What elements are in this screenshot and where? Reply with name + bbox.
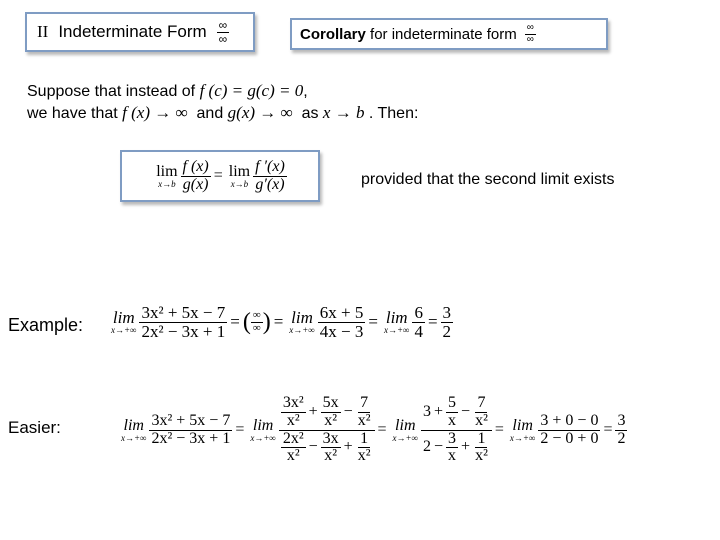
corollary-text: for indeterminate form [365,25,517,43]
intro-line-2: we have that f (x) → ∞ and g(x) → ∞ as x… [27,103,419,122]
example-fraction-2: 6x + 5 4x − 3 [317,303,366,341]
s3-denominator: 2 − 3x + 1 x² [423,429,488,465]
section-numeral: II [37,22,49,41]
indeterminate-form-header: II Indeterminate Form ∞ ∞ [25,12,255,52]
limit-operator: lim x→+∞ [289,308,315,336]
limit-operator: lim x→+∞ [383,308,410,336]
limit-operator: lim x→+∞ [250,416,276,443]
indeterminate-form-fraction: ∞ ∞ [250,309,263,334]
intro-paragraph: Suppose that instead of f (c) = g(c) = 0… [27,80,418,124]
s2-numerator: 3x² x² + 5x x² − 7 x² [278,394,375,431]
example-result: 3 2 [440,303,454,341]
example-fraction-3: 6 4 [412,303,425,341]
easier-fraction-4: 3 + 0 − 0 2 − 0 + 0 [538,411,601,447]
s2-denominator: 2x² x² − 3x x² + 1 x² [280,429,371,465]
left-paren: ( [242,308,251,335]
rhs-fraction: f ′(x) g′(x) [253,157,287,193]
condition-text: provided that the second limit exists [361,171,615,188]
easier-complex-fraction-2: 3x² x² + 5x x² − 7 x² 2x² x² − 3x x² + 1 x² [278,394,375,465]
easier-equation: lim x→+∞ 3x² + 5x − 7 2x² − 3x + 1 = lim… [121,393,628,465]
easier-fraction-1: 3x² + 5x − 7 2x² − 3x + 1 [149,411,233,447]
limit-operator: lim x→+∞ [121,416,147,443]
example-equation: lim x→+∞ 3x² + 5x − 7 2x² − 3x + 1 = ( ∞… [111,303,454,341]
infinity-over-infinity: ∞ ∞ [524,22,536,45]
corollary-header: Corollary for indeterminate form ∞ ∞ [290,18,608,50]
example-fraction-1: 3x² + 5x − 7 2x² − 3x + 1 [139,303,228,341]
limit-operator: lim x→b [156,162,178,189]
section-title: Indeterminate Form [58,22,207,41]
limit-operator: lim x→+∞ [392,416,419,443]
easier-label: Easier: [8,418,61,437]
intro-line-1: Suppose that instead of f (c) = g(c) = 0… [27,81,308,100]
infinity-over-infinity: ∞ ∞ [216,17,230,46]
corollary-bold: Corollary [300,25,366,43]
easier-complex-fraction-3: 3 + 5x − 7 x² 2 − 3x + 1 x² [421,394,492,465]
s3-numerator: 3 + 5x − 7 x² [421,394,492,431]
limit-operator: lim x→+∞ [509,416,536,443]
lhopital-rule-box: lim x→b f (x) g(x) = lim x→b f ′(x) g′(x… [120,150,320,202]
right-paren: ) [262,308,271,335]
easier-result: 3 2 [615,411,628,447]
limit-operator: lim x→b [228,162,251,189]
example-label: Example: [8,315,84,335]
limit-operator: lim x→+∞ [111,308,137,336]
lhs-fraction: f (x) g(x) [180,157,211,193]
